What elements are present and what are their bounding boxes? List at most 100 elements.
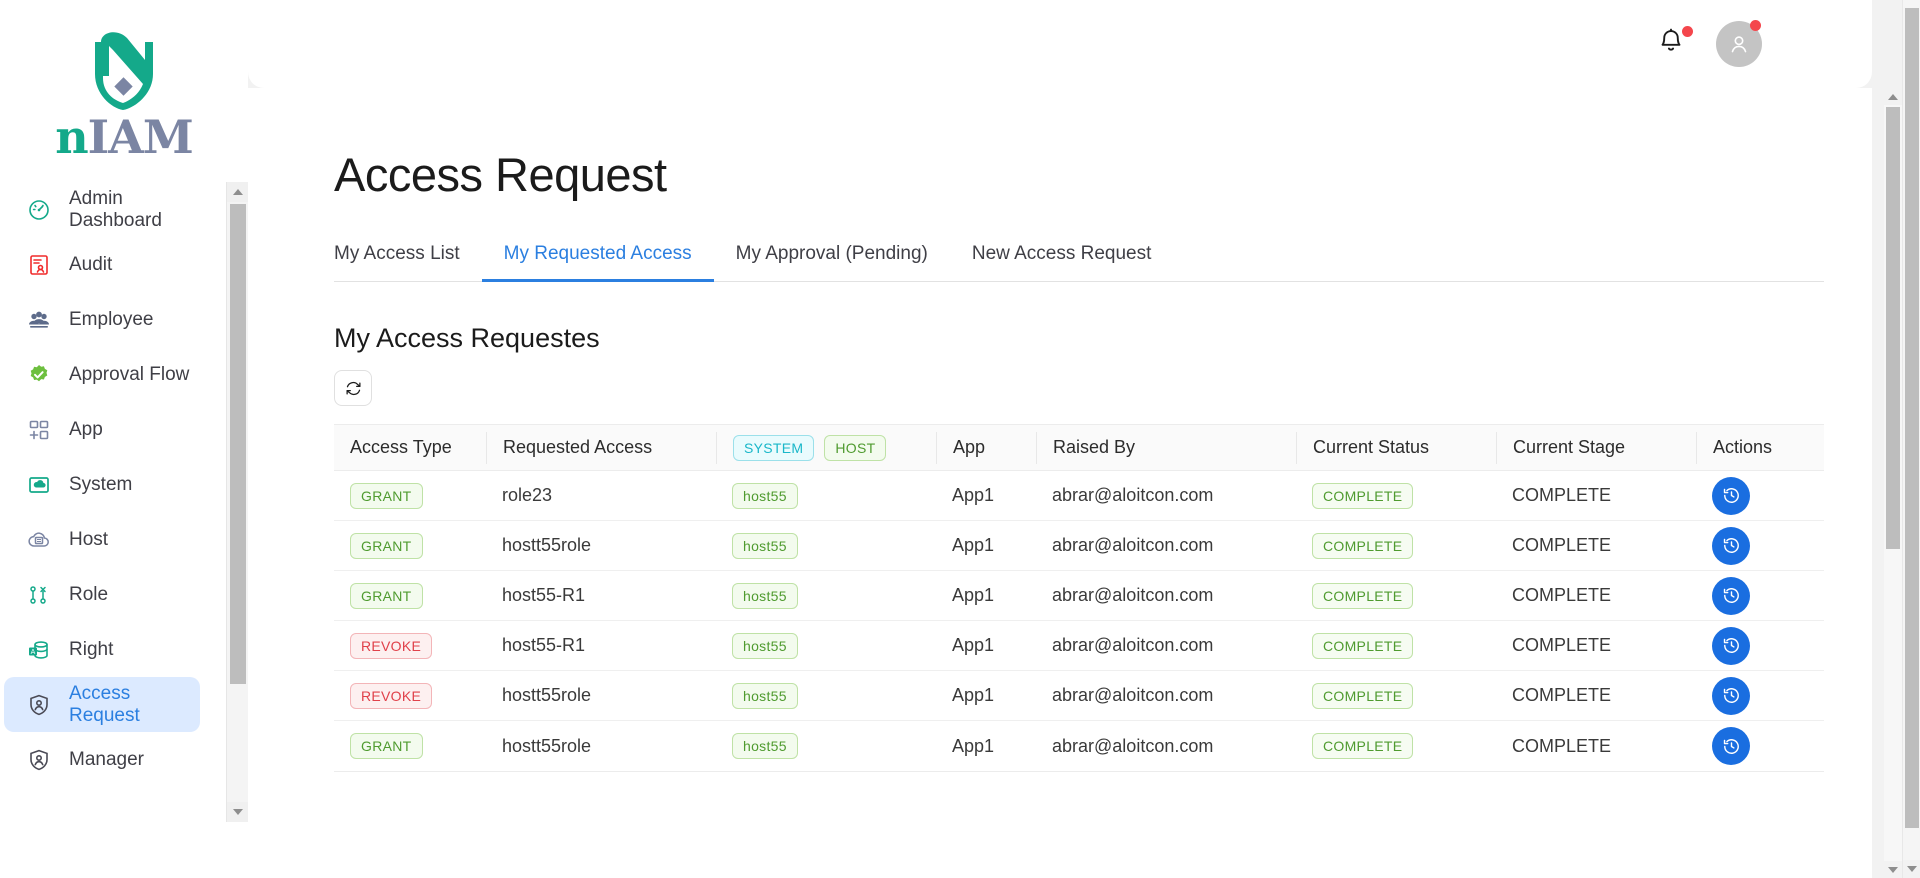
view-history-button[interactable] (1712, 576, 1750, 615)
tab-my-requested-access[interactable]: My Requested Access (481, 233, 714, 283)
sidebar-item-audit[interactable]: Audit (4, 237, 200, 292)
sidebar-item-access-request[interactable]: Access Request (4, 677, 200, 732)
cell-actions (1696, 676, 1824, 715)
cell-actions (1696, 476, 1824, 515)
cell-system-host: host55 (716, 532, 936, 559)
cell-current-status: COMPLETE (1296, 532, 1496, 559)
niam-leaf-logo-icon (95, 32, 153, 111)
cell-app: App1 (952, 735, 995, 756)
sidebar-item-label: System (69, 473, 133, 495)
cell-raised-by: abrar@aloitcon.com (1052, 735, 1214, 756)
sidebar-item-label: Role (69, 583, 109, 605)
browser-scroll-thumb[interactable] (1905, 8, 1919, 828)
access-type-badge: REVOKE (350, 632, 433, 659)
cell-system-host: host55 (716, 482, 936, 509)
history-clock-icon (1723, 488, 1739, 504)
user-profile-button[interactable] (1716, 20, 1762, 67)
sidebar-item-label: Host (69, 528, 109, 550)
main-column: Access Request My Access List My Request… (248, 0, 1902, 878)
shield-user-icon (26, 747, 52, 773)
sidebar-item-label: Approval Flow (69, 363, 190, 385)
cell-system-host: host55 (716, 632, 936, 659)
cell-current-stage: COMPLETE (1512, 635, 1612, 656)
view-history-button[interactable] (1712, 727, 1750, 766)
sidebar-item-system[interactable]: System (4, 457, 200, 512)
table-row[interactable]: GRANT hostt55role host55 App1 abrar@aloi… (334, 721, 1824, 771)
browser-scrollbar[interactable] (1902, 0, 1920, 878)
sidebar-item-label: Access Request (69, 682, 140, 726)
cell-current-stage: COMPLETE (1512, 685, 1612, 706)
cell-raised-by: abrar@aloitcon.com (1052, 485, 1214, 506)
tab-my-approval-pending[interactable]: My Approval (Pending) (714, 233, 950, 282)
sidebar-item-admin-dashboard[interactable]: Admin Dashboard (4, 182, 200, 237)
access-type-badge: GRANT (350, 733, 423, 760)
access-type-badge: REVOKE (350, 682, 433, 709)
cell-app: App1 (952, 535, 995, 556)
sidebar-nav: Admin Dashboard Audit Employee Approval … (0, 182, 248, 822)
table-row[interactable]: GRANT host55-R1 host55 App1 abrar@aloitc… (334, 571, 1824, 622)
sidebar-item-employee[interactable]: Employee (4, 292, 200, 347)
table-body: GRANT role23 host55 App1 abrar@aloitcon.… (334, 471, 1824, 771)
profile-badge-dot (1750, 20, 1761, 31)
table-row[interactable]: REVOKE host55-R1 host55 App1 abrar@aloit… (334, 621, 1824, 672)
cell-raised-by: abrar@aloitcon.com (1052, 635, 1214, 656)
host-badge: host55 (732, 532, 798, 559)
refresh-button[interactable] (334, 370, 372, 407)
sidebar-item-approval-flow[interactable]: Approval Flow (4, 347, 200, 402)
cloud-screen-icon (26, 472, 52, 498)
cell-requested-access: role23 (502, 485, 553, 506)
sidebar-item-label: Employee (69, 308, 154, 330)
table-row[interactable]: GRANT role23 host55 App1 abrar@aloitcon.… (334, 471, 1824, 522)
browser-scroll-down-arrow[interactable] (1903, 860, 1920, 878)
badge-host[interactable]: HOST (824, 434, 887, 461)
sidebar-item-right[interactable]: A Right (4, 622, 200, 677)
content-scrollbar[interactable] (1884, 88, 1902, 878)
tab-new-access-request[interactable]: New Access Request (950, 233, 1174, 282)
refresh-icon (345, 381, 361, 395)
history-clock-icon (1723, 738, 1739, 754)
status-badge: COMPLETE (1312, 532, 1414, 559)
tab-my-access-list[interactable]: My Access List (334, 233, 482, 282)
badge-system[interactable]: SYSTEM (733, 434, 815, 461)
cell-raised-by: abrar@aloitcon.com (1052, 685, 1214, 706)
content-scroll-down-arrow[interactable] (1884, 861, 1902, 878)
sidebar-item-manager[interactable]: Manager (4, 732, 200, 787)
table-row[interactable]: REVOKE hostt55role host55 App1 abrar@alo… (334, 671, 1824, 722)
cell-current-status: COMPLETE (1296, 632, 1496, 659)
view-history-button[interactable] (1712, 476, 1750, 515)
app-grid-plus-icon (26, 417, 52, 443)
content-scroll-thumb[interactable] (1886, 107, 1900, 549)
svg-text:A: A (31, 648, 36, 655)
sidebar-item-label: Audit (69, 253, 113, 275)
cell-current-status: COMPLETE (1296, 482, 1496, 509)
cell-app: App1 (952, 585, 995, 606)
content-scroll-up-arrow[interactable] (1884, 88, 1902, 105)
cell-current-status: COMPLETE (1296, 582, 1496, 609)
sidebar-item-role[interactable]: Role (4, 567, 200, 622)
view-history-button[interactable] (1712, 676, 1750, 715)
cell-access-type: REVOKE (334, 632, 486, 659)
access-type-badge: GRANT (350, 482, 423, 509)
sidebar-item-app[interactable]: App (4, 402, 200, 457)
sidebar-scrollbar[interactable] (226, 182, 248, 822)
page-title: Access Request (334, 148, 667, 201)
sidebar-scroll-down-arrow[interactable] (227, 802, 248, 822)
cell-access-type: GRANT (334, 582, 486, 609)
sidebar-item-host[interactable]: Host (4, 512, 200, 567)
access-requests-table: Access Type Requested Access SYSTEM HOST… (334, 424, 1824, 773)
table-row[interactable]: GRANT hostt55role host55 App1 abrar@aloi… (334, 521, 1824, 572)
sidebar-scroll-up-arrow[interactable] (227, 182, 248, 202)
view-history-button[interactable] (1712, 526, 1750, 565)
sidebar-item-label: Admin Dashboard (69, 187, 162, 231)
notifications-button[interactable] (1656, 26, 1693, 61)
view-history-button[interactable] (1712, 626, 1750, 665)
cell-current-stage: COMPLETE (1512, 735, 1612, 756)
brand-wordmark: nIAM (55, 114, 194, 160)
application-window: nIAM Admin Dashboard Audit Employee Appr… (0, 0, 1920, 878)
cell-access-type: GRANT (334, 733, 486, 760)
table-header-row: Access Type Requested Access SYSTEM HOST… (334, 425, 1824, 472)
brand-wordmark-n: n (55, 110, 88, 164)
audit-report-icon (26, 252, 52, 278)
sidebar-scroll-thumb[interactable] (230, 204, 246, 684)
column-header-app: App (936, 431, 1036, 464)
